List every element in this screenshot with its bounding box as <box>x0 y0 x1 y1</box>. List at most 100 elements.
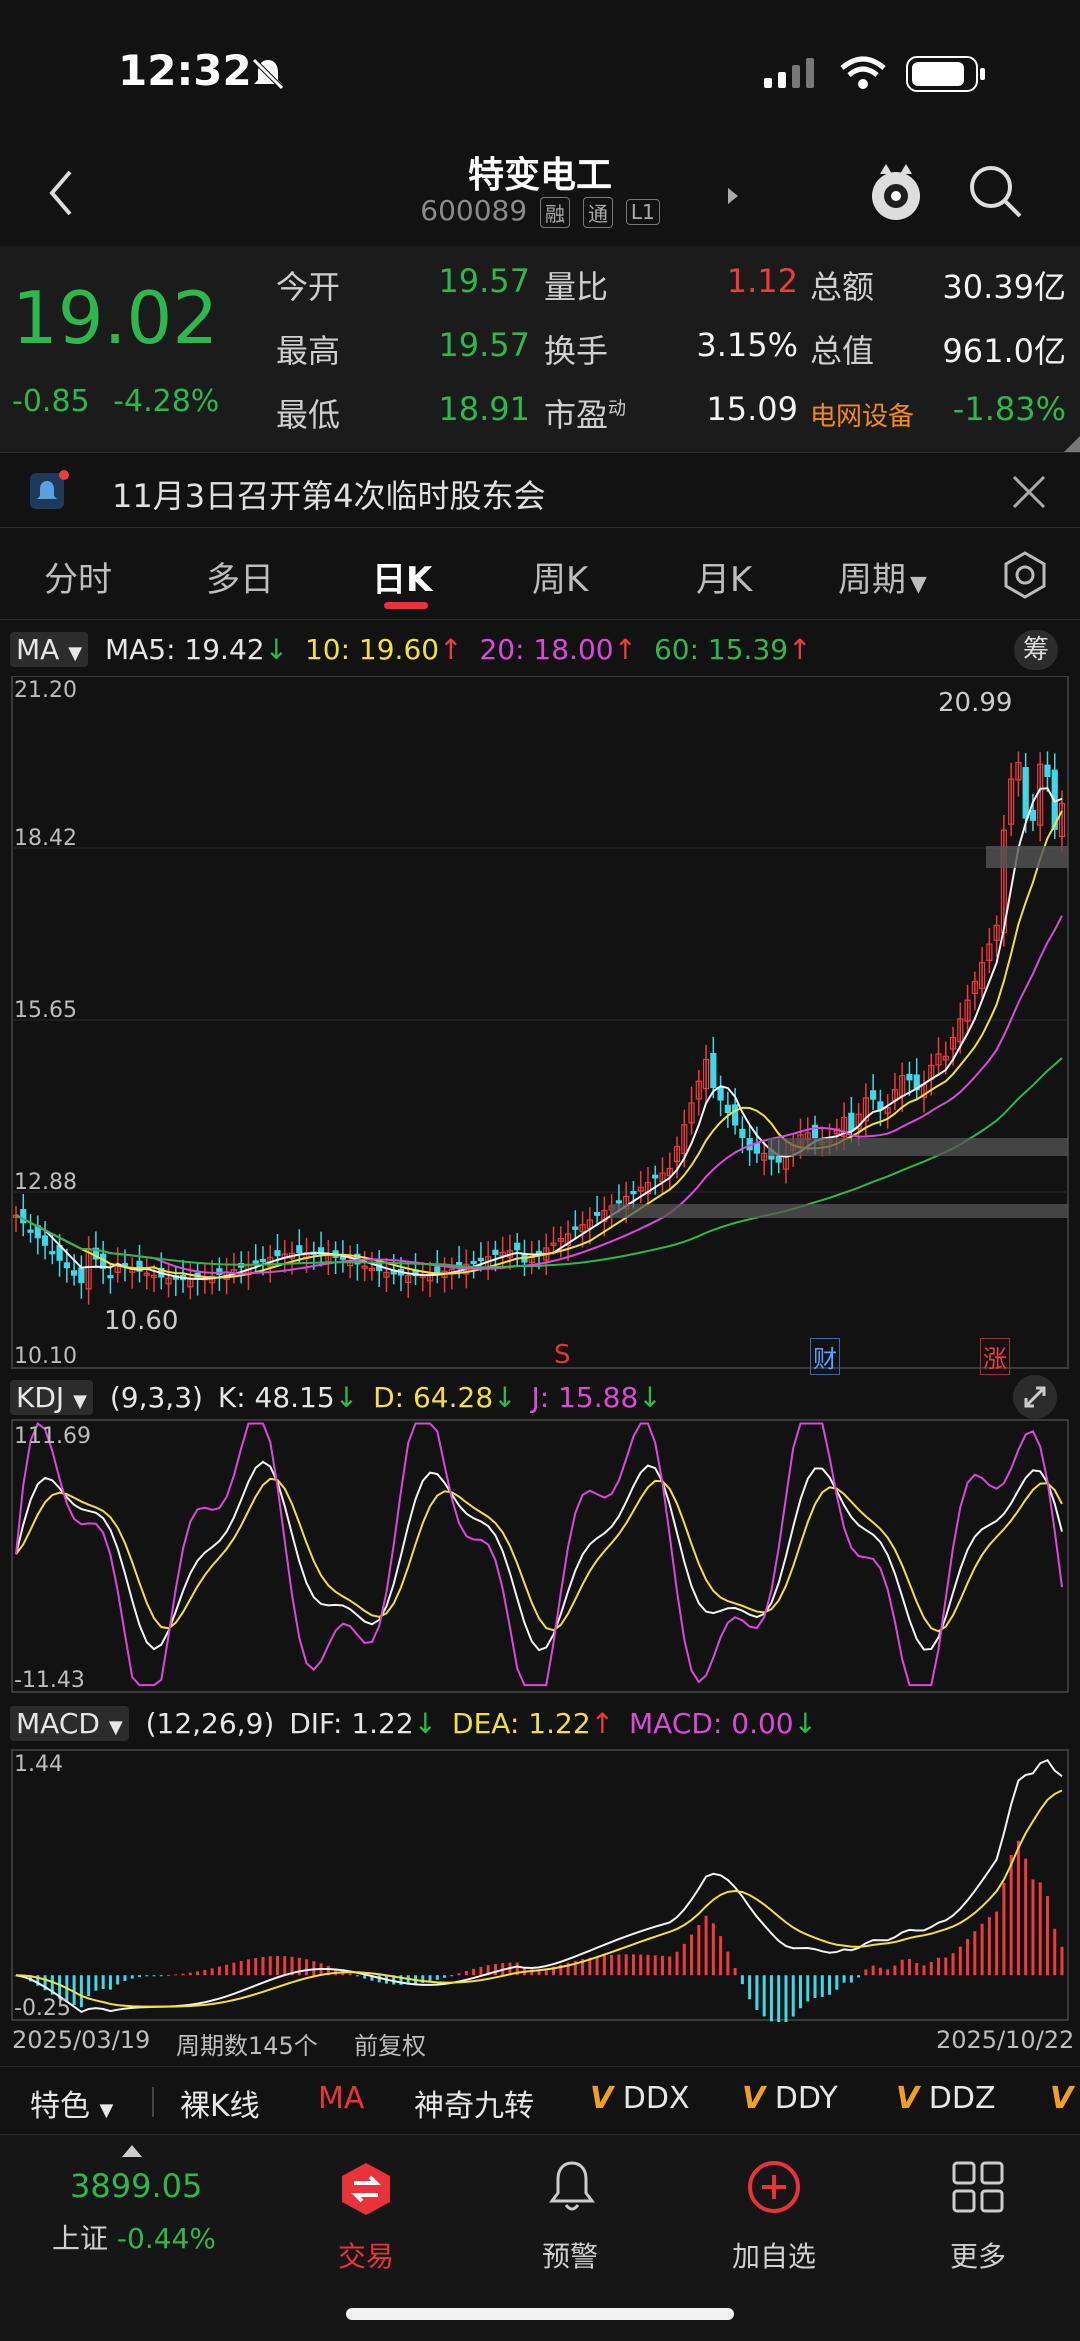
grid-more-icon[interactable] <box>950 2159 1006 2215</box>
tab-daily-k[interactable]: 日K <box>372 552 432 601</box>
change-value: -0.85 <box>12 384 90 419</box>
macd-bar <box>116 1975 120 1985</box>
kdj-params: (9,3,3) <box>109 1381 203 1414</box>
toolbar-naked-k[interactable]: 裸K线 <box>180 2081 260 2125</box>
close-icon[interactable] <box>1012 475 1046 509</box>
expand-icon[interactable] <box>1012 1374 1058 1420</box>
chip-distribution-button[interactable]: 筹 <box>1014 630 1058 670</box>
macd-bar <box>457 1973 461 1976</box>
macd-bar <box>305 1959 309 1976</box>
high-value: 19.57 <box>438 326 530 364</box>
tab-multi-day[interactable]: 多日 <box>206 552 274 601</box>
search-icon[interactable] <box>966 162 1026 222</box>
kdj-selector[interactable]: KDJ ▼ <box>10 1380 93 1415</box>
macd-bar <box>987 1917 991 1976</box>
next-stock-icon[interactable] <box>726 186 740 206</box>
candle-body <box>296 1245 303 1254</box>
macd-bar <box>210 1968 214 1976</box>
toolbar-ddz[interactable]: V DDZ <box>896 2081 996 2116</box>
sector-change: -1.83% <box>952 390 1066 428</box>
toolbar-more-v[interactable]: V <box>1050 2081 1073 2116</box>
stock-header: 特变电工 600089 融 通 L1 <box>0 140 1080 246</box>
badge-rong: 融 <box>540 196 571 228</box>
nav-trade[interactable]: 交易 <box>286 2235 446 2275</box>
macd-bar <box>835 1975 839 1990</box>
pe-label: 市盈动 <box>544 396 627 434</box>
macd-bar <box>646 1954 650 1976</box>
notice-bar[interactable]: 11月3日召开第4次临时股东会 <box>0 452 1080 528</box>
event-marker-limit-up[interactable]: 涨 <box>980 1338 1010 1375</box>
status-time: 12:32 <box>118 46 252 95</box>
macd-bar <box>784 1975 788 2022</box>
macd-bar <box>261 1956 265 1976</box>
macd-bar <box>203 1969 207 1976</box>
price-change: -0.85 -4.28% <box>12 384 219 419</box>
toolbar-divider <box>152 2087 154 2117</box>
open-value: 19.57 <box>438 262 530 300</box>
y-tick-label: 12.88 <box>14 1170 77 1195</box>
tab-monthly-k[interactable]: 月K <box>696 552 752 601</box>
toolbar-ma[interactable]: MA <box>318 2081 364 2116</box>
ma-selector[interactable]: MA ▼ <box>10 632 89 667</box>
macd-selector[interactable]: MACD ▼ <box>10 1706 129 1741</box>
add-watchlist-icon[interactable] <box>746 2159 802 2215</box>
macd-bar <box>660 1955 664 1976</box>
macd-bar <box>348 1973 352 1976</box>
macd-bar <box>1002 1882 1006 1976</box>
macd-bar <box>1016 1840 1020 1976</box>
toolbar-magic-nine[interactable]: 神奇九转 <box>414 2081 534 2125</box>
macd-bar <box>472 1968 476 1976</box>
macd-value: MACD: 0.00↓ <box>629 1707 818 1740</box>
macd-bar <box>820 1975 824 1997</box>
nav-more[interactable]: 更多 <box>898 2235 1058 2275</box>
candle-body <box>1022 767 1029 819</box>
candle-body <box>710 1052 717 1089</box>
trade-icon[interactable] <box>338 2161 394 2217</box>
macd-bar <box>188 1972 192 1976</box>
candle-body <box>615 1200 623 1204</box>
tab-intraday[interactable]: 分时 <box>44 552 112 601</box>
sector-link[interactable]: 电网设备 <box>810 396 914 433</box>
macd-bar <box>668 1956 672 1976</box>
kdj-chart[interactable] <box>0 1418 1080 1694</box>
price-adjust[interactable]: 前复权 <box>354 2026 426 2061</box>
macd-bar <box>1009 1855 1013 1976</box>
y-tick-label: 10.10 <box>14 1344 77 1369</box>
macd-chart[interactable] <box>0 1748 1080 2022</box>
change-pct: -4.28% <box>113 384 220 419</box>
tab-period[interactable]: 周期 ▼ <box>838 552 927 601</box>
candle-body <box>434 1266 441 1274</box>
caret-up-icon[interactable] <box>120 2143 144 2159</box>
toolbar-ddy[interactable]: V DDY <box>742 2081 838 2116</box>
macd-bar <box>1038 1882 1042 1976</box>
market-cap-value: 961.0亿 <box>942 332 1066 370</box>
tab-weekly-k[interactable]: 周K <box>532 552 588 601</box>
event-marker-s[interactable]: S <box>554 1340 571 1370</box>
macd-bar <box>951 1953 955 1976</box>
index-summary[interactable]: 上证 -0.44% <box>52 2217 216 2257</box>
home-indicator <box>346 2308 734 2320</box>
turnover-value: 3.15% <box>696 326 798 364</box>
kdj-lines <box>15 1421 1063 1687</box>
candle-body <box>259 1258 267 1263</box>
macd-bar <box>167 1974 171 1976</box>
alert-bell-icon[interactable] <box>544 2157 600 2217</box>
macd-bar <box>268 1956 272 1976</box>
macd-bar <box>276 1955 279 1976</box>
event-marker-finance[interactable]: 财 <box>810 1338 840 1375</box>
macd-bar <box>108 1975 112 1990</box>
nav-add-watchlist[interactable]: 加自选 <box>694 2235 854 2275</box>
toolbar-features[interactable]: 特色 ▼ <box>30 2081 113 2125</box>
nav-alert[interactable]: 预警 <box>490 2235 650 2275</box>
macd-bar <box>719 1936 723 1976</box>
index-value[interactable]: 3899.05 <box>70 2167 202 2205</box>
macd-bar <box>479 1966 483 1976</box>
settings-icon[interactable] <box>1000 550 1050 600</box>
toolbar-ddx[interactable]: V DDX <box>590 2081 690 2116</box>
mascot-icon[interactable] <box>868 158 924 224</box>
bell-icon <box>30 470 69 509</box>
macd-legend: MACD ▼ (12,26,9) DIF: 1.22↓ DEA: 1.22↑ M… <box>10 1706 817 1741</box>
macd-bar <box>631 1954 635 1976</box>
kline-chart[interactable] <box>0 676 1080 1370</box>
ma5-value: MA5: 19.42↓ <box>104 633 289 666</box>
